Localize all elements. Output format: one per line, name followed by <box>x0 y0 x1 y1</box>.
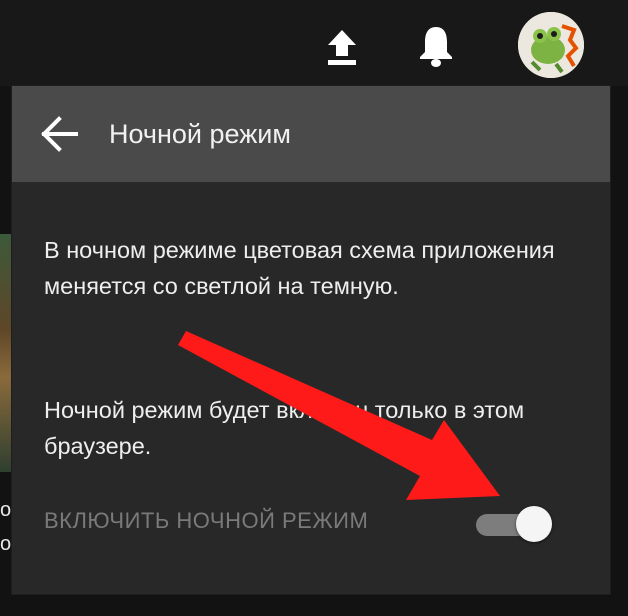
frog-avatar-icon <box>518 12 584 78</box>
top-bar <box>0 0 628 86</box>
arrow-left-icon[interactable] <box>40 114 80 154</box>
toggle-label: ВКЛЮЧИТЬ НОЧНОЙ РЕЖИМ <box>44 508 369 533</box>
panel-header: Ночной режим <box>12 86 610 182</box>
night-mode-description: В ночном режиме цветовая схема приложени… <box>44 237 555 299</box>
screen: о о Ночной режим В ночном режиме цветова… <box>0 0 628 616</box>
browser-only-note: Ночной режим будет включен только в этом… <box>44 397 525 459</box>
night-mode-panel: Ночной режим В ночном режиме цветовая сх… <box>12 86 610 594</box>
bell-icon[interactable] <box>412 22 460 70</box>
avatar[interactable] <box>518 12 584 78</box>
upload-icon[interactable] <box>318 24 366 72</box>
panel-title: Ночной режим <box>109 119 291 149</box>
night-mode-toggle-row[interactable]: ВКЛЮЧИТЬ НОЧНОЙ РЕЖИМ <box>44 504 584 544</box>
night-mode-toggle[interactable] <box>474 506 552 542</box>
toggle-thumb[interactable] <box>516 506 552 542</box>
